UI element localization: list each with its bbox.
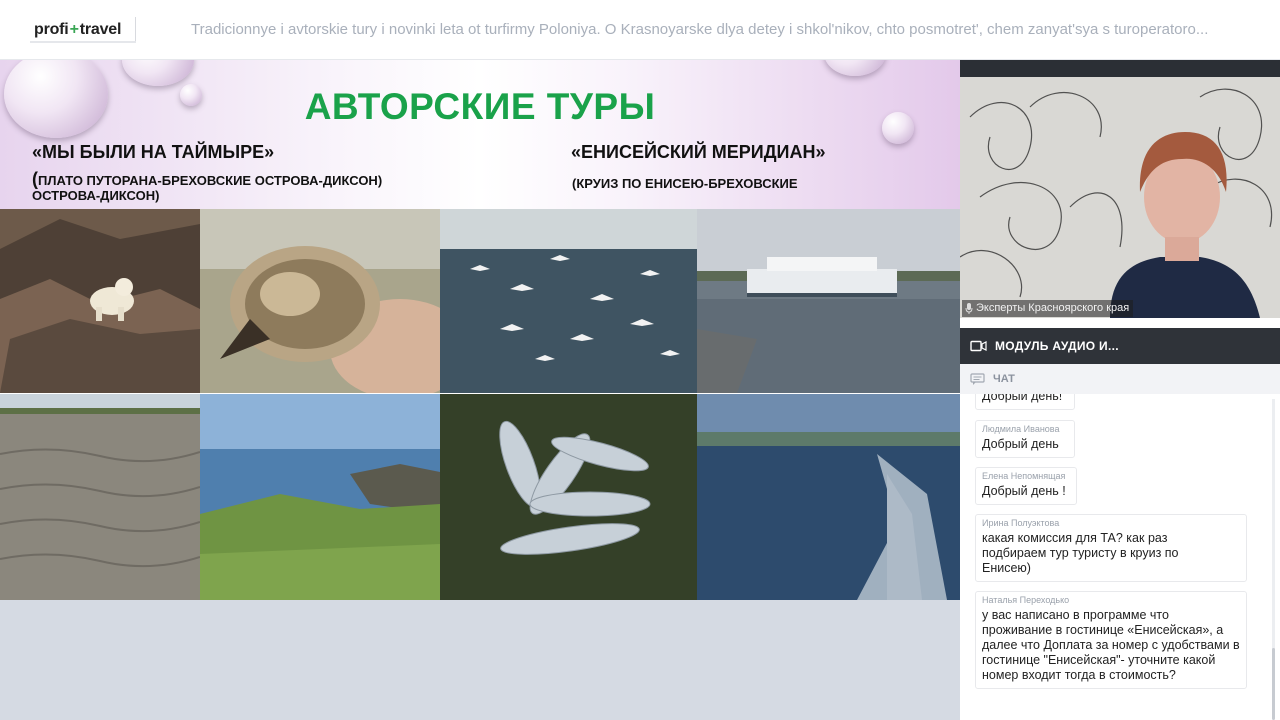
chat-message-author: Людмила Иванова xyxy=(982,424,1060,434)
video-top-strip xyxy=(960,60,1280,77)
photo-cruise-ship xyxy=(697,209,960,393)
chat-message-text: у вас написано в программе что проживани… xyxy=(982,608,1240,682)
chat-message-author: Наталья Переходько xyxy=(982,595,1070,605)
photo-sandy-shore xyxy=(0,394,200,600)
photo-polar-bear xyxy=(0,209,200,393)
top-header: profi + travel Tradicionnye i avtorskie … xyxy=(0,0,1280,60)
tour-desc-yenisei: (КРУИЗ ПО ЕНИСЕЮ-БРЕХОВСКИЕ xyxy=(572,176,798,191)
chat-message-text: Добрый день xyxy=(982,437,1059,451)
presentation-slide: АВТОРСКИЕ ТУРЫ «МЫ БЫЛИ НА ТАЙМЫРЕ» (ПЛА… xyxy=(0,60,960,600)
logo-underline xyxy=(30,41,136,43)
chat-message: Наталья Переходько у вас написано в прог… xyxy=(975,591,1247,689)
chat-message-text: Добрый день ! xyxy=(982,484,1066,498)
slide-header-band: АВТОРСКИЕ ТУРЫ «МЫ БЫЛИ НА ТАЙМЫРЕ» (ПЛА… xyxy=(0,60,960,209)
slide-heading: АВТОРСКИЕ ТУРЫ xyxy=(304,86,656,127)
photo-fish-catch xyxy=(440,394,697,600)
chat-tab-label: ЧАТ xyxy=(993,373,1015,385)
chat-message-author: Елена Непомнящая xyxy=(982,471,1066,481)
webinar-title: Tradicionnye i avtorskie tury i novinki … xyxy=(191,21,1209,38)
module-label: МОДУЛЬ АУДИО И... xyxy=(995,339,1119,353)
logo-text-right: travel xyxy=(79,21,122,38)
speaker-label: Эксперты Красноярского края xyxy=(962,300,1134,317)
chat-message-text: Добрый день! xyxy=(982,394,1063,403)
tour-title-taimyr: «МЫ БЫЛИ НА ТАЙМЫРЕ» xyxy=(32,142,275,162)
speaker-name: Эксперты Красноярского края xyxy=(976,302,1130,314)
chat-messages[interactable]: Добрый день! Людмила Иванова Добрый день… xyxy=(960,394,1280,720)
chat-message-author: Ирина Полуэктова xyxy=(982,518,1060,528)
photo-ship-wake xyxy=(697,394,960,600)
chat-message: Людмила Иванова Добрый день xyxy=(975,420,1075,458)
chat-message: Добрый день! xyxy=(975,394,1075,410)
photo-seagulls-sea xyxy=(440,209,697,393)
module-audio-video-bar[interactable]: МОДУЛЬ АУДИО И... xyxy=(960,328,1280,364)
logo-plus: + xyxy=(69,21,79,38)
photo-coast-meadow xyxy=(200,394,440,600)
photo-bird-chick xyxy=(200,209,440,393)
chat-tab[interactable]: ЧАТ xyxy=(960,364,1280,394)
chat-scrollbar-thumb[interactable] xyxy=(1272,648,1275,720)
tour-desc-taimyr-line2: ОСТРОВА-ДИКСОН) xyxy=(32,188,160,203)
chat-icon xyxy=(970,372,985,385)
bubble-decoration xyxy=(824,60,886,76)
chat-message: Елена Непомнящая Добрый день ! xyxy=(975,467,1077,505)
tour-desc-taimyr-line1: ПЛАТО ПУТОРАНА-БРЕХОВСКИЕ ОСТРОВА-ДИКСОН… xyxy=(38,173,383,188)
speaker-video[interactable]: Эксперты Красноярского края xyxy=(960,60,1280,318)
logo-text-left: profi xyxy=(34,21,69,38)
right-panel: Эксперты Красноярского края МОДУЛЬ АУДИО… xyxy=(960,60,1280,720)
chat-message-text: какая комиссия для ТА? как раз подбираем… xyxy=(982,531,1179,575)
chat-message: Ирина Полуэктова какая комиссия для ТА? … xyxy=(975,514,1247,582)
tour-desc-taimyr: (ПЛАТО ПУТОРАНА-БРЕХОВСКИЕ ОСТРОВА-ДИКСО… xyxy=(32,170,383,203)
video-camera-icon xyxy=(970,340,987,352)
bubble-decoration xyxy=(122,60,194,86)
microphone-icon xyxy=(965,303,973,314)
profi-travel-logo[interactable]: profi + travel xyxy=(30,17,136,43)
tour-title-yenisei: «ЕНИСЕЙСКИЙ МЕРИДИАН» xyxy=(571,142,826,162)
